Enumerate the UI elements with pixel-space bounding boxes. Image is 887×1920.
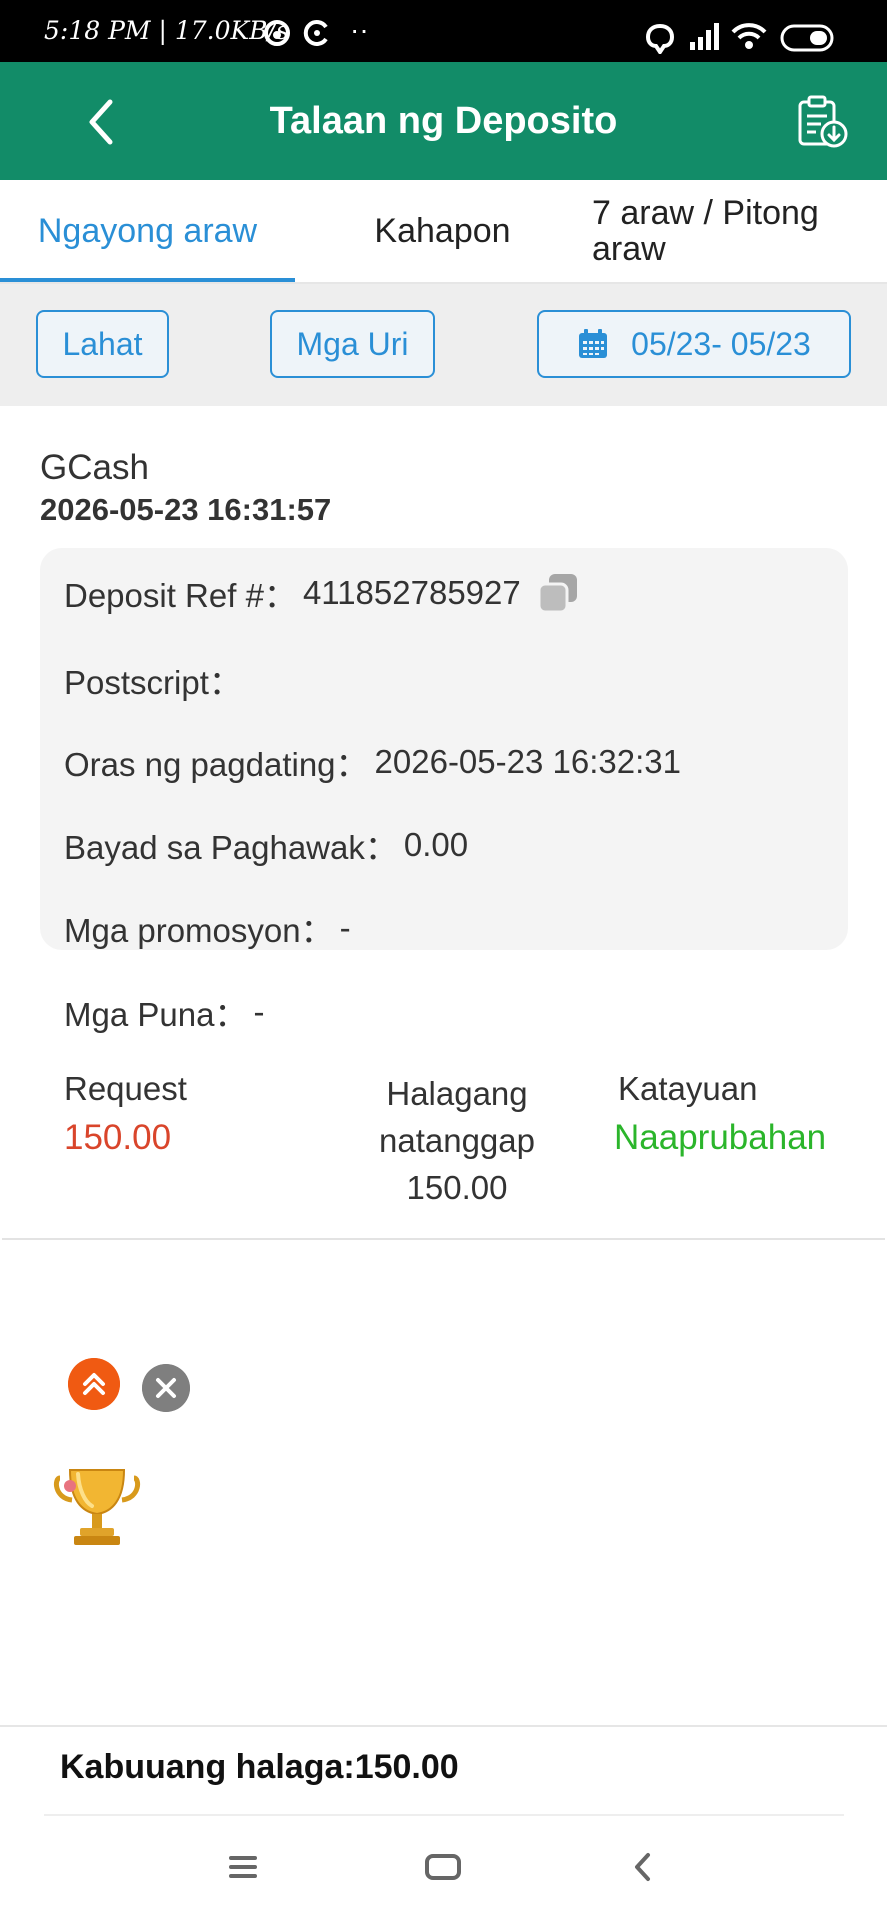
battery-icon: [780, 24, 834, 52]
page-title: Talaan ng Deposito: [269, 100, 618, 142]
promo-label: Mga promosyon：: [64, 912, 334, 949]
close-icon[interactable]: [142, 1364, 190, 1412]
calendar-icon: [579, 329, 608, 358]
detail-ref-row: Deposit Ref #： 411852785927: [64, 562, 581, 624]
tab-yesterday[interactable]: Kahapon: [295, 180, 590, 282]
detail-promo-row: Mga promosyon： -: [64, 904, 351, 952]
ref-label: Deposit Ref #：: [64, 577, 297, 614]
ref-value: 411852785927: [302, 574, 521, 611]
filter-bar: Lahat Mga Uri 05/23- 05/23: [0, 284, 887, 406]
hotspot-icon: [264, 20, 290, 46]
home-icon[interactable]: [424, 1852, 462, 1882]
detail-arrival-row: Oras ng pagdating： 2026-05-23 16:32:31: [64, 738, 681, 786]
postscript-label: Postscript：: [64, 664, 242, 701]
detail-fee-row: Bayad sa Paghawak： 0.00: [64, 821, 468, 869]
status-bar: 5:18 PM | 17.0KB/s ··: [0, 0, 887, 62]
status-time-text: 5:18 PM | 17.0KB/s: [44, 16, 289, 45]
tab-seven-days[interactable]: 7 araw / Pitong araw: [592, 180, 872, 282]
trophy-icon[interactable]: [52, 1460, 142, 1550]
received-label-line2: natanggap: [379, 1122, 535, 1159]
back-nav-icon[interactable]: [628, 1850, 658, 1884]
detail-postscript-row: Postscript：: [64, 656, 242, 704]
signal-icon: [690, 23, 719, 50]
date-range-text: 05/23- 05/23: [631, 325, 811, 362]
request-value: 150.00: [64, 1118, 172, 1157]
status-label: Katayuan: [618, 1070, 758, 1107]
date-tabs: Ngayong araw Kahapon 7 araw / Pitong ara…: [0, 180, 887, 284]
filter-types-button[interactable]: Mga Uri: [270, 310, 435, 378]
request-label: Request: [64, 1070, 187, 1107]
detail-remarks-row: Mga Puna： -: [64, 988, 264, 1036]
copy-icon[interactable]: [535, 570, 581, 616]
wifi-icon: [731, 23, 767, 49]
record-datetime: 2026-05-23 16:31:57: [40, 492, 332, 527]
status-value: Naaprubahan: [614, 1118, 827, 1157]
record-details: Deposit Ref #： 411852785927 Postscript： …: [40, 548, 848, 950]
status-time-speed: 5:18 PM | 17.0KB/s: [44, 16, 289, 45]
app-header: Talaan ng Deposito: [0, 62, 887, 180]
scroll-top-icon[interactable]: [68, 1358, 120, 1410]
remarks-label: Mga Puna：: [64, 996, 248, 1033]
payment-method: GCash: [40, 448, 149, 487]
back-button[interactable]: [70, 92, 130, 152]
date-range-button[interactable]: 05/23- 05/23: [537, 310, 851, 378]
sync-icon: [303, 20, 328, 46]
chat-icon: [645, 23, 675, 54]
footer-divider: [0, 1725, 887, 1727]
menu-icon[interactable]: [228, 1852, 258, 1882]
received-value: 150.00: [406, 1169, 508, 1206]
fee-value: 0.00: [403, 826, 469, 863]
received-label-line1: Halagang: [386, 1075, 528, 1112]
fee-label: Bayad sa Paghawak：: [64, 829, 398, 866]
promo-value: -: [339, 909, 351, 946]
deposit-record-card[interactable]: GCash 2026-05-23 16:31:57 Deposit Ref #：…: [2, 406, 885, 1240]
filter-all-button[interactable]: Lahat: [36, 310, 169, 378]
arrival-value: 2026-05-23 16:32:31: [374, 743, 681, 780]
status-dots: ··: [350, 14, 369, 45]
clipboard-download-icon[interactable]: [794, 94, 850, 150]
active-tab-indicator: [0, 278, 295, 282]
total-amount: Kabuuang halaga:150.00: [60, 1748, 459, 1786]
system-nav-bar: [0, 1816, 887, 1920]
arrival-label: Oras ng pagdating：: [64, 746, 369, 783]
received-block: Halagang natanggap 150.00: [332, 1070, 582, 1211]
tab-today[interactable]: Ngayong araw: [0, 180, 295, 282]
remarks-value: -: [253, 993, 265, 1030]
